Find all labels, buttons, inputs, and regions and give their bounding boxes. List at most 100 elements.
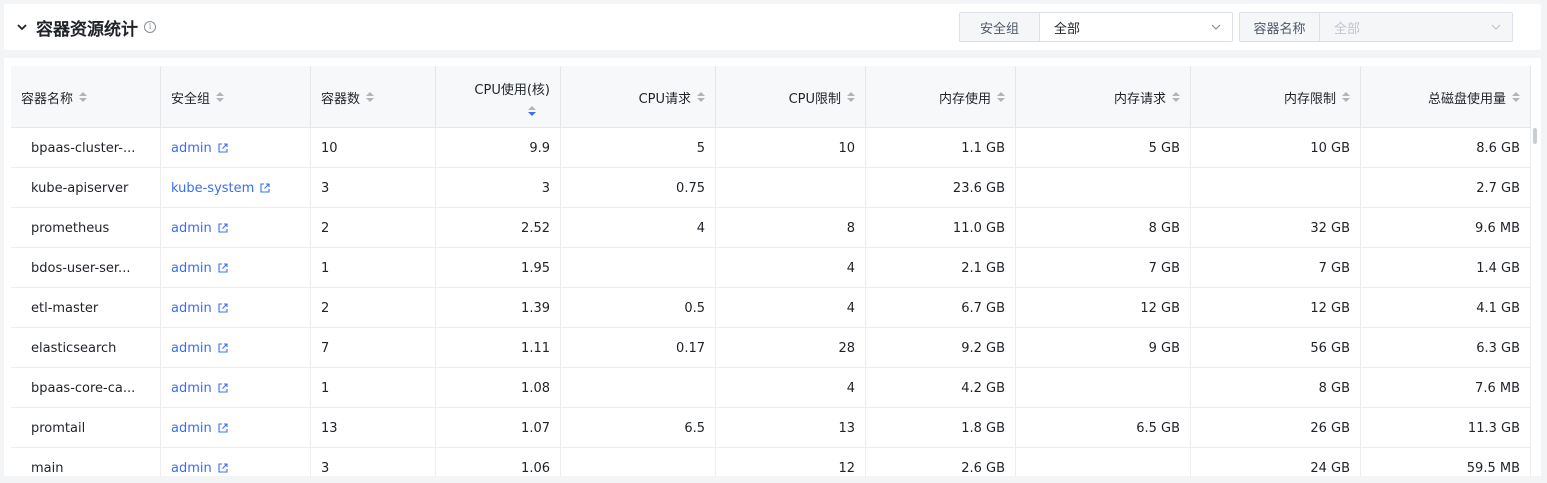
chevron-down-icon <box>1491 24 1501 30</box>
cell-value: 12 <box>838 460 855 476</box>
cell-cpu-use: 1.11 <box>436 328 561 368</box>
cell-value: 6.3 GB <box>1476 340 1520 356</box>
cell-disk-usage: 7.6 MB <box>1361 368 1531 408</box>
table-row[interactable]: promtail admin 13 1.07 6.5 13 1.8 GB 6.5… <box>11 408 1531 448</box>
cell-memory-limit: 12 GB <box>1191 288 1361 328</box>
cell-value: 8 GB <box>1148 220 1180 236</box>
cell-memory-request: 6.5 GB <box>1016 408 1191 448</box>
security-group-link[interactable]: admin <box>171 341 229 356</box>
sort-icon[interactable] <box>216 92 225 102</box>
cell-container-name: bpaas-cluster-... <box>11 128 161 168</box>
container-name-select[interactable]: 全部 <box>1320 13 1512 41</box>
cell-value: bpaas-cluster-... <box>31 140 136 156</box>
cell-memory-use: 4.2 GB <box>866 368 1016 408</box>
cell-memory-request: 8 GB <box>1016 208 1191 248</box>
column-header-label: 内存使用 <box>938 91 991 107</box>
cell-cpu-request: 5 <box>561 128 716 168</box>
column-header-container-count[interactable]: 容器数 <box>311 66 436 128</box>
cell-value: prometheus <box>31 220 110 236</box>
cell-container-count: 2 <box>311 288 436 328</box>
cell-value: 0.75 <box>676 180 705 196</box>
cell-value: 12 GB <box>1310 300 1350 316</box>
sort-icon[interactable] <box>847 92 855 102</box>
cell-value: 10 GB <box>1310 140 1350 156</box>
sort-icon-active[interactable] <box>528 105 536 116</box>
cell-memory-request <box>1016 168 1191 208</box>
cell-container-count: 2 <box>311 208 436 248</box>
cell-cpu-limit: 8 <box>716 208 866 248</box>
cell-value: kube-system <box>171 180 255 196</box>
cell-disk-usage: 1.4 GB <box>1361 248 1531 288</box>
cell-cpu-use: 1.95 <box>436 248 561 288</box>
cell-memory-limit: 26 GB <box>1191 408 1361 448</box>
filter-bar: 安全组 全部 容器名称 全部 <box>959 12 1513 42</box>
security-group-link[interactable]: admin <box>171 381 229 396</box>
cell-value: 11.0 GB <box>952 220 1005 236</box>
cell-cpu-use: 1.06 <box>436 448 561 476</box>
section-header-panel: 容器资源统计 i 安全组 全部 容器名称 全部 <box>4 4 1541 50</box>
sort-icon[interactable] <box>1342 92 1350 102</box>
security-group-link[interactable]: admin <box>171 461 229 476</box>
table-row[interactable]: bpaas-core-ca... admin 1 1.08 4 4.2 GB 8… <box>11 368 1531 408</box>
sort-icon[interactable] <box>697 92 705 102</box>
cell-container-name: etl-master <box>11 288 161 328</box>
section-header: 容器资源统计 i 安全组 全部 容器名称 全部 <box>4 4 1541 50</box>
table-row[interactable]: elasticsearch admin 7 1.11 0.17 28 9.2 G… <box>11 328 1531 368</box>
external-link-icon <box>218 263 228 273</box>
security-group-link[interactable]: admin <box>171 261 229 276</box>
column-header-cpu-limit[interactable]: CPU限制 <box>716 66 866 128</box>
cell-value: 6.7 GB <box>961 300 1005 316</box>
cell-memory-request: 9 GB <box>1016 328 1191 368</box>
table-row[interactable]: bdos-user-ser... admin 1 1.95 4 2.1 GB 7… <box>11 248 1531 288</box>
cell-value: 1.4 GB <box>1476 260 1520 276</box>
cell-security-group: admin <box>161 288 311 328</box>
column-header-memory-use[interactable]: 内存使用 <box>866 66 1016 128</box>
cell-container-name: kube-apiserver <box>11 168 161 208</box>
column-header-disk-usage[interactable]: 总磁盘使用量 <box>1361 66 1531 128</box>
table-row[interactable]: prometheus admin 2 2.52 4 8 11.0 GB 8 GB… <box>11 208 1531 248</box>
table-row[interactable]: bpaas-cluster-... admin 10 9.9 5 10 1.1 … <box>11 128 1531 168</box>
column-header-cpu-request[interactable]: CPU请求 <box>561 66 716 128</box>
cell-cpu-limit: 4 <box>716 288 866 328</box>
cell-cpu-limit: 4 <box>716 248 866 288</box>
column-header-memory-request[interactable]: 内存请求 <box>1016 66 1191 128</box>
table-row[interactable]: etl-master admin 2 1.39 0.5 4 6.7 GB 12 … <box>11 288 1531 328</box>
cell-memory-request: 7 GB <box>1016 248 1191 288</box>
info-icon[interactable]: i <box>144 21 156 33</box>
column-header-container-name[interactable]: 容器名称 <box>11 66 161 128</box>
security-group-select[interactable]: 全部 <box>1040 13 1232 41</box>
cell-memory-limit: 8 GB <box>1191 368 1361 408</box>
table-row[interactable]: main admin 3 1.06 12 2.6 GB 24 GB 59.5 M… <box>11 448 1531 476</box>
sort-icon[interactable] <box>79 92 88 102</box>
security-group-select-value: 全部 <box>1054 21 1081 37</box>
sort-icon[interactable] <box>997 92 1005 102</box>
cell-cpu-request: 4 <box>561 208 716 248</box>
sort-icon[interactable] <box>1172 92 1180 102</box>
column-header-memory-limit[interactable]: 内存限制 <box>1191 66 1361 128</box>
security-group-link[interactable]: kube-system <box>171 181 271 196</box>
section-title: 容器资源统计 <box>36 19 138 40</box>
external-link-icon <box>218 223 228 233</box>
collapse-chevron-icon[interactable] <box>8 4 36 50</box>
cell-container-count: 1 <box>311 248 436 288</box>
column-header-cpu-use[interactable]: CPU使用(核) <box>436 66 561 128</box>
column-header-security-group[interactable]: 安全组 <box>161 66 311 128</box>
table-body: bpaas-cluster-... admin 10 9.9 5 10 1.1 … <box>11 128 1531 476</box>
cell-container-name: main <box>11 448 161 476</box>
cell-value: 3 <box>541 180 550 196</box>
table-row[interactable]: kube-apiserver kube-system 3 3 0.75 23.6… <box>11 168 1531 208</box>
sort-icon[interactable] <box>1512 92 1520 102</box>
security-group-link[interactable]: admin <box>171 141 229 156</box>
cell-value: 4 <box>696 220 705 236</box>
cell-value: 4 <box>846 300 855 316</box>
column-header-label: 总磁盘使用量 <box>1427 91 1506 107</box>
table-scrollbar[interactable] <box>1533 128 1537 144</box>
cell-memory-limit: 32 GB <box>1191 208 1361 248</box>
security-group-link[interactable]: admin <box>171 421 229 436</box>
cell-value: 9.9 <box>529 140 550 156</box>
sort-icon[interactable] <box>366 92 375 102</box>
security-group-link[interactable]: admin <box>171 221 229 236</box>
cell-value: 0.17 <box>676 340 705 356</box>
security-group-link[interactable]: admin <box>171 301 229 316</box>
cell-cpu-request: 0.17 <box>561 328 716 368</box>
